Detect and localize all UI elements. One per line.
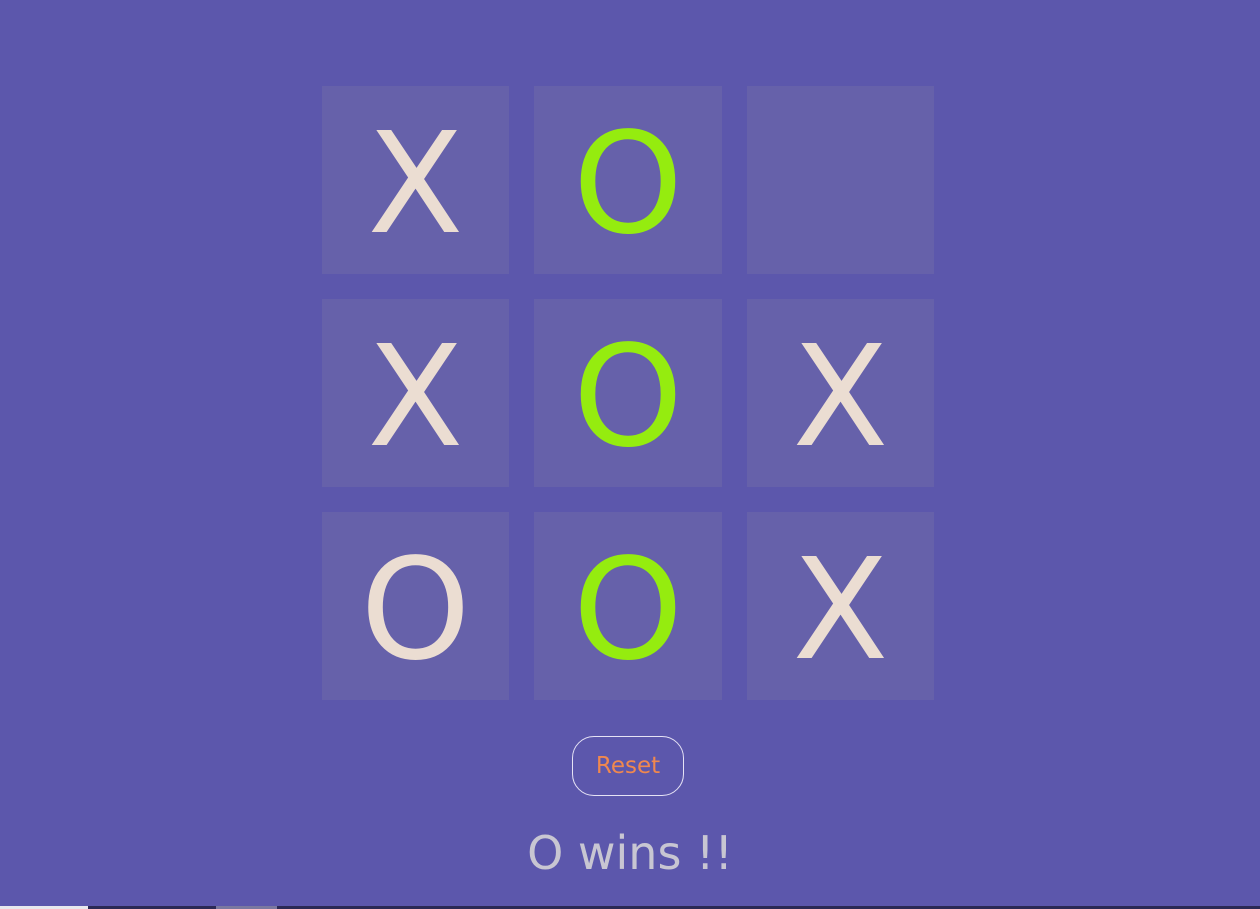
board-cell-8[interactable]: O <box>534 512 722 700</box>
board-cell-4[interactable]: X <box>322 299 509 487</box>
board-cell-7[interactable]: O <box>322 512 509 700</box>
board-cell-6[interactable]: X <box>747 299 934 487</box>
board-cell-3[interactable] <box>747 86 934 274</box>
board-cell-1[interactable]: X <box>322 86 509 274</box>
board-cell-9[interactable]: X <box>747 512 934 700</box>
game-board: X O X O X O O X <box>322 86 934 700</box>
reset-button[interactable]: Reset <box>572 736 684 796</box>
board-cell-5[interactable]: O <box>534 299 722 487</box>
board-cell-2[interactable]: O <box>534 86 722 274</box>
game-status: O wins !! <box>527 826 733 880</box>
